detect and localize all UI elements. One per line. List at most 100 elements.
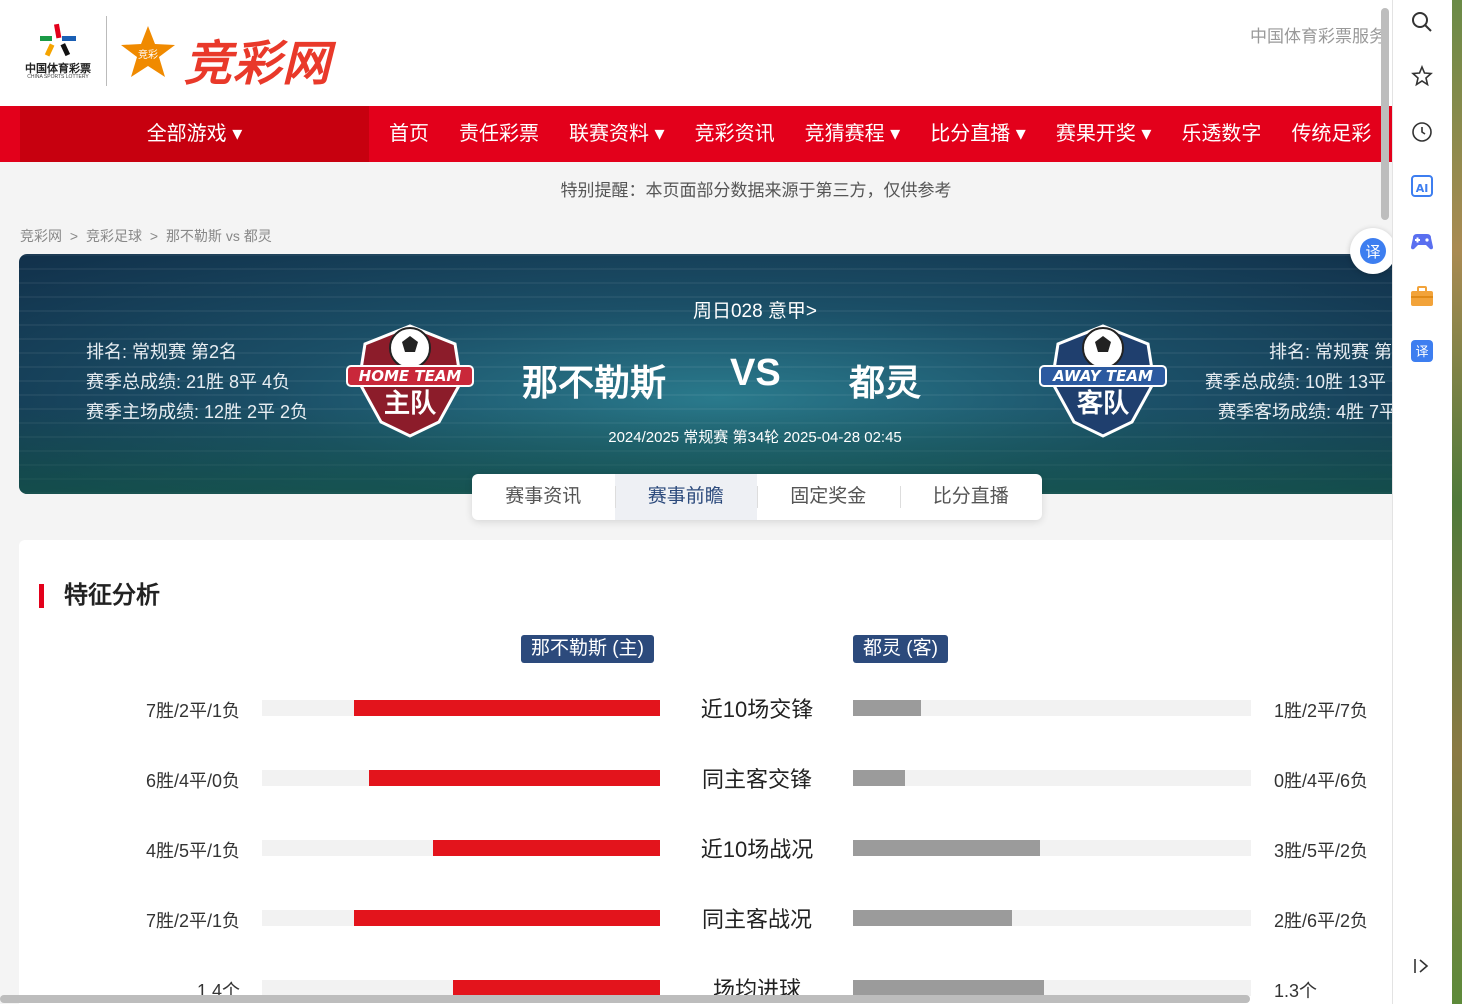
breadcrumb-current: 那不勒斯 vs 都灵	[165, 228, 272, 244]
away-badge-top: AWAY TEAM	[1052, 367, 1153, 385]
nav-item-responsible[interactable]: 责任彩票	[444, 106, 554, 162]
away-stat-bar-track	[853, 910, 1251, 926]
away-stat-bar	[853, 840, 1040, 856]
analysis-row-label: 同主客交锋	[701, 767, 812, 792]
away-stat-value: 3胜/5平/2负	[1274, 841, 1369, 861]
browser-sidebar: AI 译	[1392, 0, 1452, 1004]
tab-news[interactable]: 赛事资讯	[472, 474, 615, 520]
section-title: 特征分析	[39, 584, 160, 608]
nav-items: 首页 责任彩票 联赛资料 ▾ 竞彩资讯 竞猜赛程 ▾ 比分直播 ▾ 赛果开奖 ▾…	[374, 106, 1386, 162]
home-stat-bar-track	[262, 910, 660, 926]
svg-text:译: 译	[1415, 345, 1428, 360]
breadcrumb-sep: >	[69, 228, 79, 244]
lottery-star-icon	[40, 23, 76, 57]
home-stat-value: 7胜/2平/1负	[145, 911, 240, 931]
tab-preview[interactable]: 赛事前瞻	[614, 474, 757, 520]
away-stat-value: 0胜/4平/6负	[1274, 771, 1369, 791]
main-nav: 全部游戏 ▾ 首页 责任彩票 联赛资料 ▾ 竞彩资讯 竞猜赛程 ▾ 比分直播 ▾…	[0, 106, 1392, 162]
away-away-record: 赛季客场成绩: 4胜 7平	[1218, 402, 1392, 422]
round-link[interactable]: 周日028 意甲>	[19, 296, 1392, 323]
away-team-shield-icon: AWAY TEAM 客队	[1039, 324, 1167, 438]
breadcrumb-sep: >	[149, 228, 159, 244]
home-stat-value: 7胜/2平/1负	[145, 701, 240, 721]
home-stat-bar-track	[262, 840, 660, 856]
vs-label: VS	[730, 352, 781, 394]
horizontal-scrollbar[interactable]	[0, 995, 1250, 1003]
home-stat-bar	[433, 840, 660, 856]
tab-live-score[interactable]: 比分直播	[899, 474, 1043, 520]
star-icon[interactable]	[1408, 62, 1436, 90]
jingcai-badge-text: 竞彩	[138, 48, 158, 61]
china-sports-lottery-logo[interactable]: 中国体育彩票 CHINA SPORTS LOTTERY	[18, 18, 98, 82]
home-badge-top: HOME TEAM	[359, 367, 462, 385]
away-stat-bar-track	[853, 840, 1251, 856]
history-icon[interactable]	[1408, 118, 1436, 146]
home-stat-bar	[453, 980, 660, 996]
nav-item-results[interactable]: 赛果开奖 ▾	[1041, 106, 1167, 162]
away-stat-value: 1.3个	[1274, 981, 1318, 1001]
away-team-tag: 都灵 (客)	[853, 635, 948, 663]
floating-translate-button[interactable]: 译	[1350, 228, 1396, 274]
away-stat-bar-track	[853, 980, 1251, 996]
away-stat-bar	[853, 980, 1044, 996]
analysis-row-label: 近10场战况	[700, 837, 814, 862]
away-stat-bar	[853, 910, 1012, 926]
toolbox-icon[interactable]	[1408, 282, 1436, 310]
away-stat-value: 1胜/2平/7负	[1274, 701, 1369, 721]
away-stat-bar	[853, 700, 921, 716]
home-stat-bar-track	[262, 770, 660, 786]
header-service-link[interactable]: 中国体育彩票服务	[1250, 22, 1386, 47]
home-team-tag: 那不勒斯 (主)	[521, 635, 654, 663]
jingcai-star-icon: 竞彩	[121, 26, 175, 77]
tab-fixed-odds[interactable]: 固定奖金	[757, 474, 900, 520]
home-badge-main: 主队	[384, 389, 437, 419]
analysis-row-label: 近10场交锋	[700, 697, 814, 722]
analysis-row-label: 同主客战况	[701, 907, 812, 932]
game-icon[interactable]	[1408, 228, 1436, 256]
jingcai-logo-text: 竞彩网	[184, 38, 332, 91]
home-stat-value: 6胜/4平/0负	[145, 771, 240, 791]
away-rank: 排名: 常规赛 第1	[1269, 342, 1392, 362]
nav-item-traditional[interactable]: 传统足彩	[1276, 106, 1386, 162]
home-team-shield-icon: HOME TEAM 主队	[346, 324, 474, 438]
search-icon[interactable]	[1408, 8, 1436, 36]
collapse-icon[interactable]	[1408, 952, 1436, 980]
desktop-wallpaper-strip	[1452, 0, 1462, 1004]
away-stat-bar-track	[853, 700, 1251, 716]
analysis-panel: 特征分析 那不勒斯 (主) 都灵 (客) 7胜/2平/1负 近10场交锋 1胜/2平…	[19, 540, 1392, 1004]
vertical-scrollbar[interactable]	[1381, 8, 1389, 220]
breadcrumb-home[interactable]: 竞彩网	[20, 228, 62, 244]
nav-all-games[interactable]: 全部游戏 ▾	[20, 106, 369, 162]
logo-divider	[106, 16, 107, 86]
home-stat-value: 4胜/5平/1负	[145, 841, 240, 861]
away-stat-value: 2胜/6平/2负	[1274, 911, 1369, 931]
away-stat-bar	[853, 770, 905, 786]
match-tabs: 赛事资讯 赛事前瞻 固定奖金 比分直播	[472, 474, 1042, 520]
home-stat-bar	[354, 910, 660, 926]
home-team-name[interactable]: 那不勒斯	[522, 354, 666, 406]
page-viewport: 中国体育彩票 CHINA SPORTS LOTTERY 竞彩 竞彩网 中国体育彩…	[0, 0, 1392, 1004]
translate-float-icon: 译	[1360, 238, 1386, 264]
home-season-record: 赛季总成绩: 21胜 8平 4负	[86, 372, 291, 392]
ai-icon[interactable]: AI	[1408, 172, 1436, 200]
nav-item-lotto[interactable]: 乐透数字	[1166, 106, 1276, 162]
lottery-logo-sub: CHINA SPORTS LOTTERY	[27, 74, 89, 80]
nav-item-home[interactable]: 首页	[374, 106, 444, 162]
translate-float-text: 译	[1365, 243, 1380, 261]
home-home-record: 赛季主场成绩: 12胜 2平 2负	[86, 402, 309, 422]
home-stat-bar	[369, 770, 660, 786]
nav-item-live[interactable]: 比分直播 ▾	[915, 106, 1041, 162]
nav-item-league[interactable]: 联赛资料 ▾	[554, 106, 680, 162]
home-stat-bar	[354, 700, 660, 716]
nav-item-news[interactable]: 竞彩资讯	[680, 106, 790, 162]
match-meta: 2024/2025 常规赛 第34轮 2025-04-28 02:45	[608, 429, 902, 446]
breadcrumb-football[interactable]: 竞彩足球	[86, 228, 142, 244]
svg-text:AI: AI	[1416, 182, 1429, 195]
home-stat-bar-track	[262, 980, 660, 996]
translate-icon[interactable]: 译	[1408, 337, 1436, 365]
home-rank: 排名: 常规赛 第2名	[86, 342, 238, 362]
home-team-badge: HOME TEAM 主队	[343, 322, 477, 440]
nav-item-schedule[interactable]: 竞猜赛程 ▾	[790, 106, 916, 162]
away-team-name[interactable]: 都灵	[849, 354, 921, 406]
away-team-badge: AWAY TEAM 客队	[1036, 322, 1170, 440]
